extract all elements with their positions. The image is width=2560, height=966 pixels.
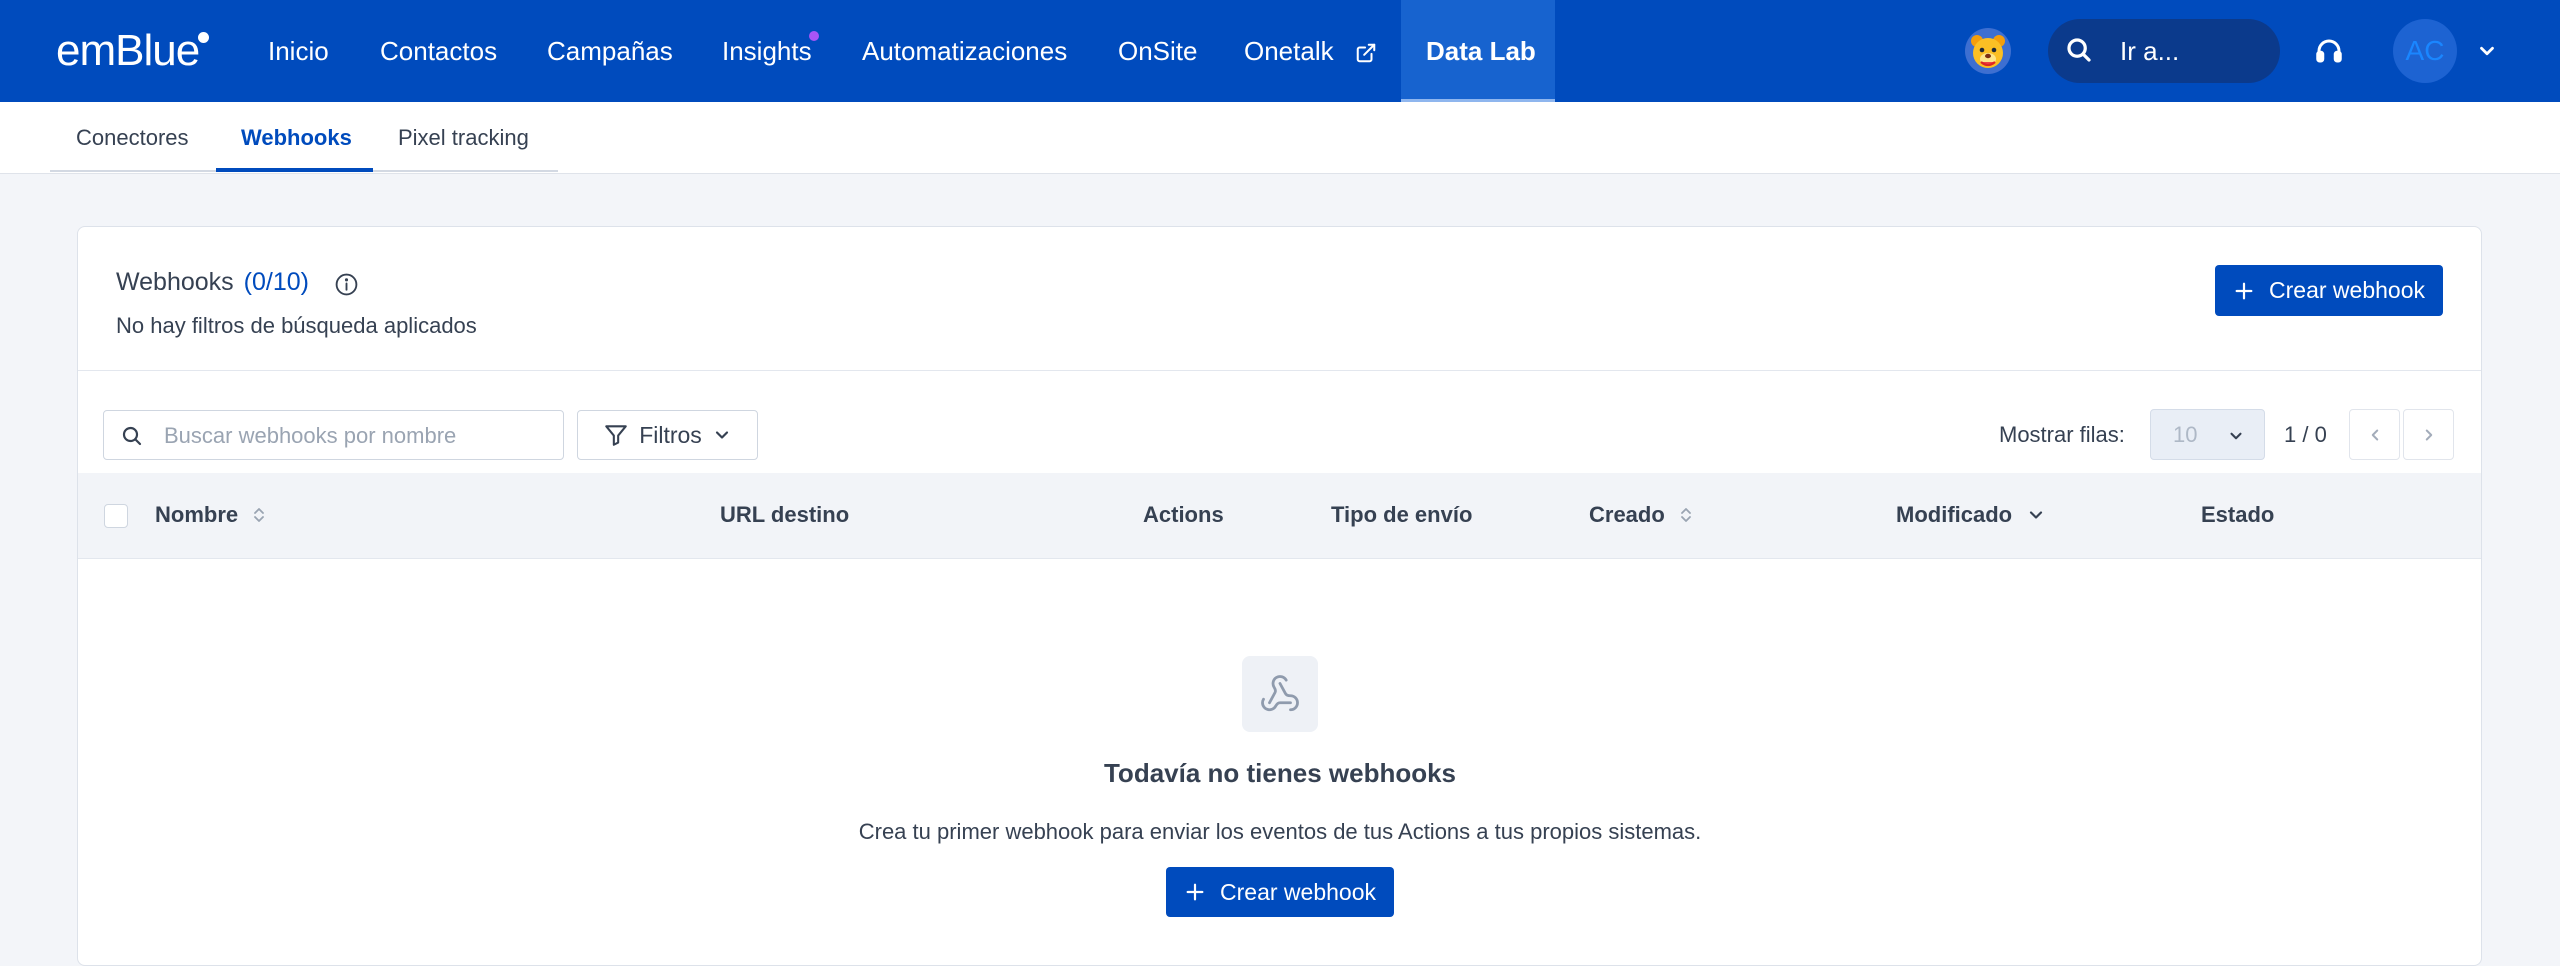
sort-descending-icon (2030, 511, 2043, 519)
column-header-url-destino: URL destino (720, 502, 850, 527)
nav-item-insights[interactable]: Insights (722, 0, 812, 102)
nav-item-data-lab[interactable]: Data Lab (1401, 0, 1555, 102)
nav-item-onsite[interactable]: OnSite (1118, 0, 1198, 102)
chevron-right-icon (2425, 429, 2432, 440)
select-all-checkbox[interactable] (104, 504, 128, 528)
user-avatar[interactable]: AC (2393, 19, 2457, 83)
next-page-button[interactable] (2403, 409, 2454, 460)
previous-page-button[interactable] (2349, 409, 2400, 460)
create-webhook-button-label: Crear webhook (2269, 277, 2425, 303)
column-header-nombre[interactable]: Nombre (155, 502, 266, 528)
nav-item-campanas[interactable]: Campañas (547, 0, 673, 102)
chevron-left-icon (2371, 429, 2378, 440)
column-header-nombre-label: Nombre (155, 502, 239, 527)
webhook-search-field[interactable] (103, 410, 564, 461)
column-header-creado[interactable]: Creado (1589, 502, 1693, 528)
chevron-down-icon[interactable] (2476, 40, 2498, 62)
card-header-divider (78, 370, 2481, 371)
filters-button[interactable]: Filtros (577, 410, 758, 460)
go-to-search-label: Ir a... (2120, 36, 2180, 66)
info-icon[interactable] (334, 272, 359, 297)
table-header (78, 473, 2481, 559)
filters-button-label: Filtros (639, 421, 702, 448)
subnav-bar (0, 102, 2560, 174)
nav-item-onetalk[interactable]: Onetalk (1244, 0, 1377, 102)
page-title: Webhooks (0/10) (116, 268, 309, 297)
filter-icon (605, 425, 627, 446)
page-title-text: Webhooks (116, 268, 234, 296)
rows-per-page-label: Mostrar filas: (1999, 422, 2125, 447)
column-header-modificado-label: Modificado (1896, 502, 2013, 527)
create-webhook-button[interactable]: Crear webhook (2215, 265, 2443, 316)
search-icon (122, 426, 142, 446)
create-webhook-empty-button[interactable]: Crear webhook (1166, 867, 1394, 917)
bear-avatar-icon[interactable] (1965, 28, 2011, 74)
chevron-down-icon (2230, 432, 2242, 440)
tab-conectores[interactable]: Conectores (76, 102, 189, 172)
active-tab-indicator (216, 168, 373, 172)
emblue-logo[interactable]: emBlue (56, 26, 210, 75)
support-headset-icon[interactable] (2314, 36, 2344, 66)
column-header-estado: Estado (2201, 502, 2275, 527)
pagination-info: 1 / 0 (2284, 422, 2327, 447)
sort-icon (254, 508, 265, 522)
tab-pixel-tracking[interactable]: Pixel tracking (398, 102, 529, 172)
column-header-actions: Actions (1143, 502, 1224, 527)
logo-text: emBlue (56, 26, 200, 75)
nav-item-onetalk-label: Onetalk (1244, 36, 1334, 66)
rows-per-page-select[interactable]: 10 (2150, 409, 2265, 460)
webhook-count: (0/10) (243, 268, 309, 296)
webhook-icon (1242, 656, 1318, 732)
create-webhook-empty-button-label: Crear webhook (1220, 878, 1376, 905)
empty-state-description: Crea tu primer webhook para enviar los e… (858, 819, 1702, 844)
tab-webhooks[interactable]: Webhooks (241, 102, 352, 172)
plus-icon (1186, 883, 1204, 901)
empty-state-title: Todavía no tienes webhooks (1103, 758, 1457, 788)
bear-face-icon (1971, 35, 2005, 68)
chevron-down-icon (715, 431, 728, 439)
insights-notification-dot (809, 31, 819, 41)
column-header-modificado[interactable]: Modificado (1896, 502, 2046, 528)
sort-icon (1680, 508, 1691, 522)
external-link-icon (1356, 43, 1376, 63)
webhook-search-input[interactable] (162, 411, 556, 461)
search-icon (2067, 38, 2091, 62)
nav-item-automatizaciones[interactable]: Automatizaciones (862, 0, 1067, 102)
column-header-creado-label: Creado (1589, 502, 1665, 527)
rows-per-page-value: 10 (2173, 422, 2198, 447)
column-header-tipo-envio: Tipo de envío (1331, 502, 1473, 527)
go-to-search[interactable]: Ir a... (2048, 19, 2280, 83)
nav-item-inicio[interactable]: Inicio (268, 0, 329, 102)
nav-item-contactos[interactable]: Contactos (380, 0, 497, 102)
filters-status-text: No hay filtros de búsqueda aplicados (116, 313, 477, 338)
plus-icon (2235, 282, 2253, 299)
